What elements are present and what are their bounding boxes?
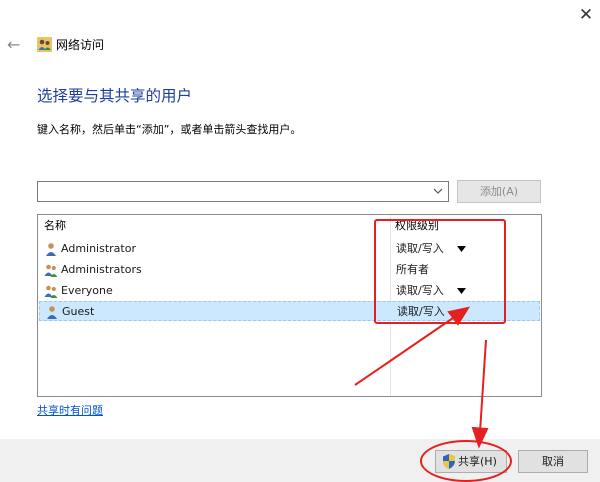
annotation-arrowhead	[447, 306, 471, 326]
annotation-arrowhead	[471, 426, 489, 449]
annotation-arrow-line	[354, 315, 457, 386]
annotation-arrows	[354, 306, 489, 449]
annotation-arrow-line	[479, 339, 487, 433]
